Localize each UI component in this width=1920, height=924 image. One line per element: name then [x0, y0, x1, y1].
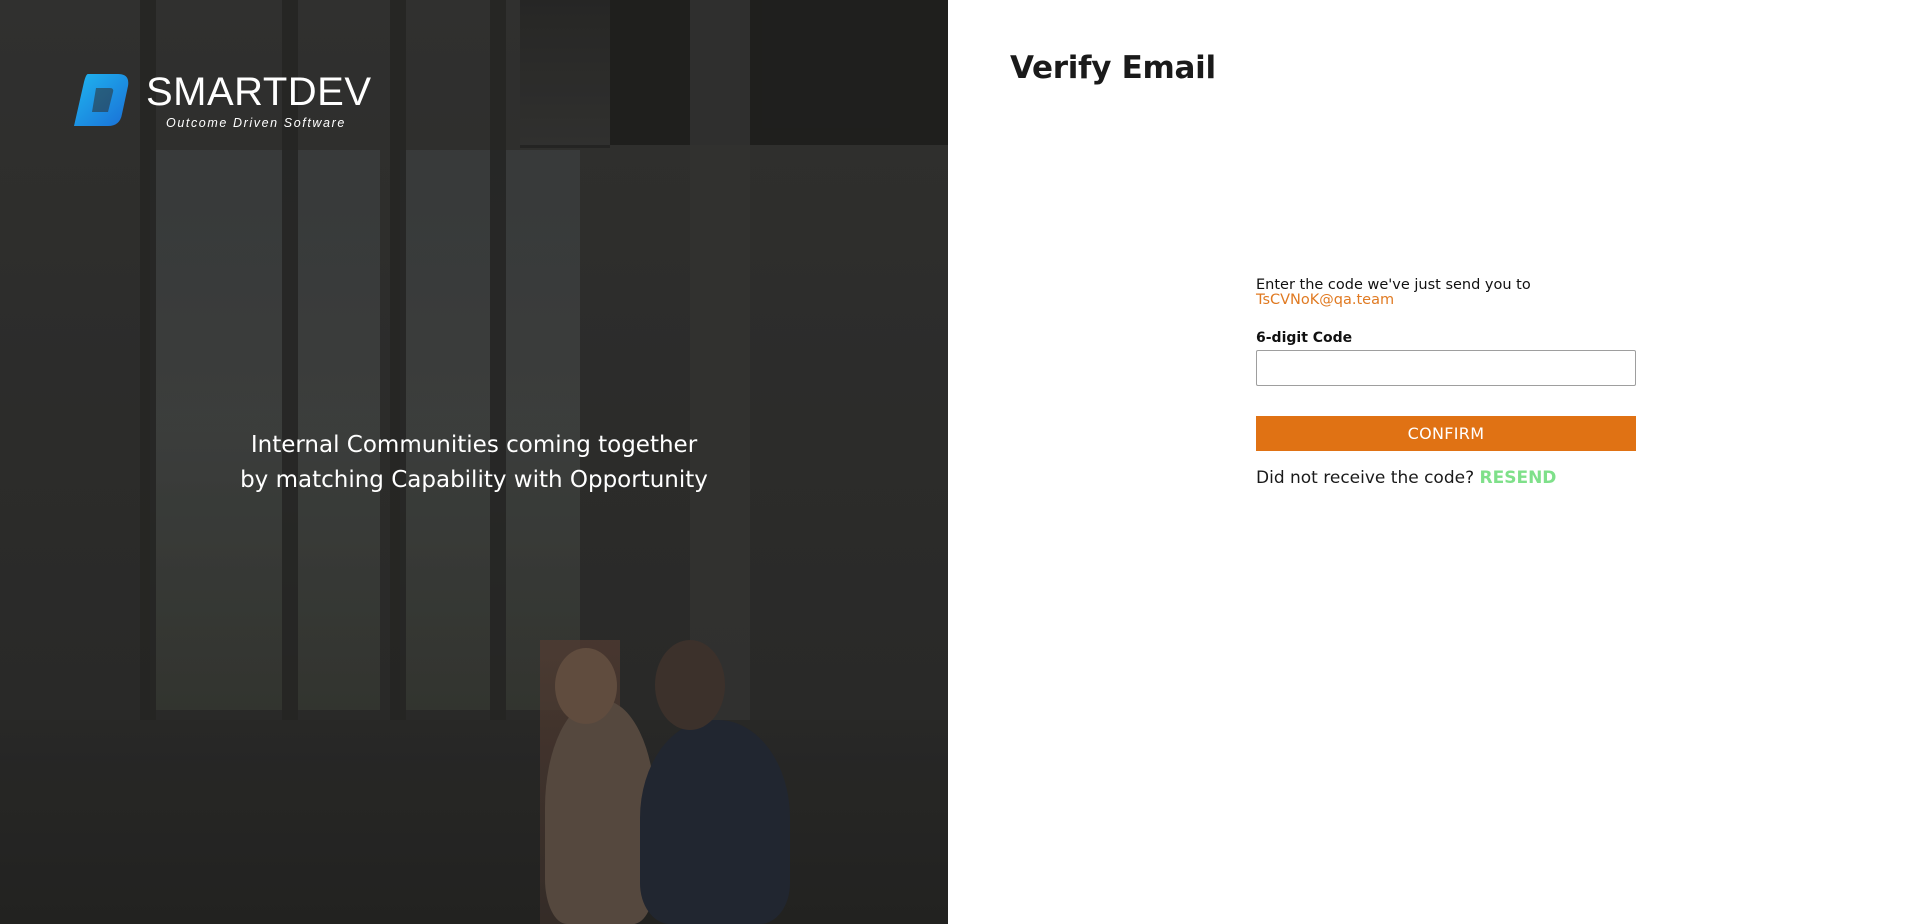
- verify-form: Enter the code we've just send you to Ts…: [1256, 278, 1636, 488]
- resend-row: Did not receive the code? RESEND: [1256, 468, 1636, 488]
- smartdev-logo-icon: [74, 74, 129, 126]
- page-title: Verify Email: [1010, 50, 1216, 86]
- instruction-text: Enter the code we've just send you to: [1256, 277, 1531, 293]
- hero-panel: SMARTDEV Outcome Driven Software Interna…: [0, 0, 948, 924]
- code-label: 6-digit Code: [1256, 330, 1353, 346]
- code-input[interactable]: [1256, 350, 1636, 386]
- brand-tagline: Outcome Driven Software: [166, 116, 346, 130]
- hero-tagline-line1: Internal Communities coming together: [250, 432, 698, 458]
- hero-tagline-line2: by matching Capability with Opportunity: [240, 467, 708, 493]
- resend-prompt: Did not receive the code?: [1256, 468, 1475, 488]
- brand-name: SMARTDEV: [146, 70, 372, 114]
- resend-link[interactable]: RESEND: [1480, 468, 1557, 488]
- confirm-button[interactable]: CONFIRM: [1256, 416, 1636, 451]
- target-email: TsCVNoK@qa.team: [1256, 292, 1395, 308]
- brand-logo: SMARTDEV Outcome Driven Software: [74, 70, 384, 130]
- verify-panel: Verify Email Enter the code we've just s…: [948, 0, 1920, 924]
